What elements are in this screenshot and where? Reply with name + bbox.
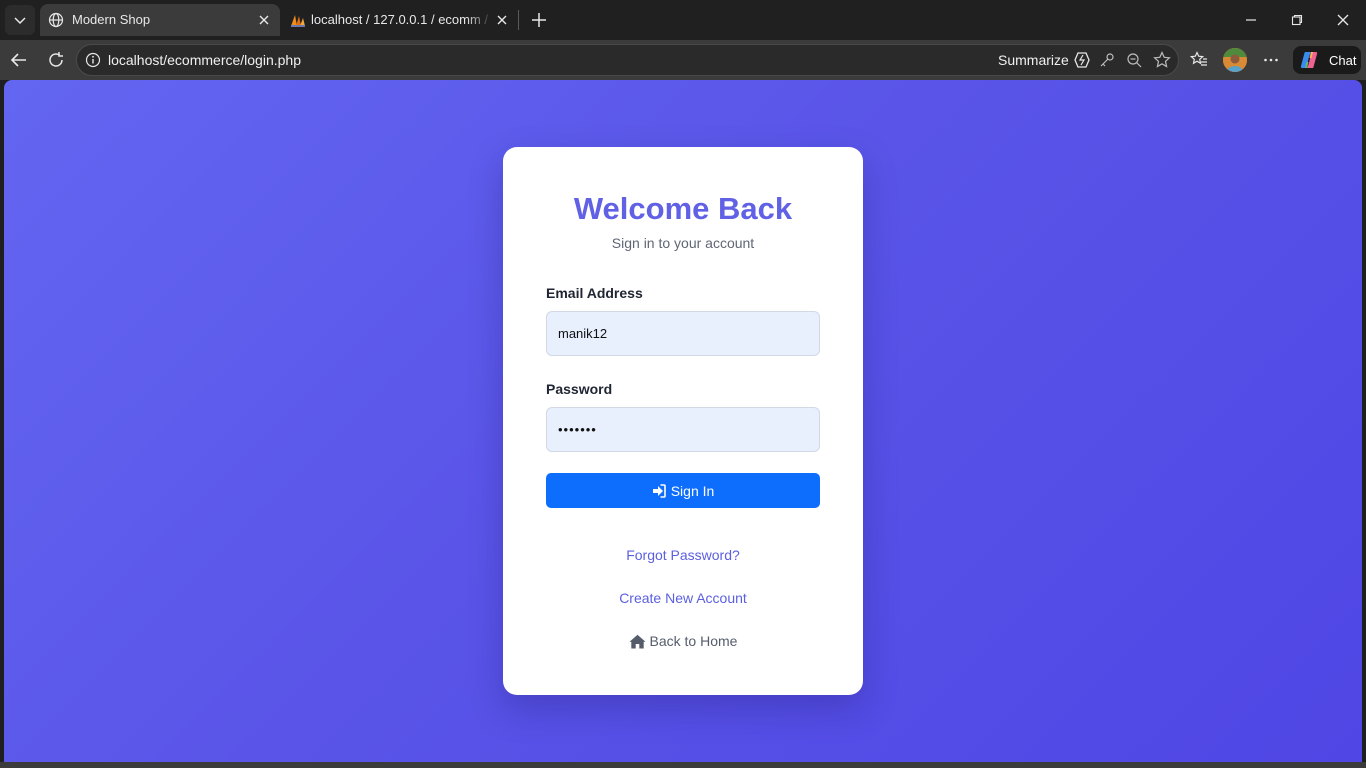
key-icon[interactable] — [1098, 51, 1116, 69]
close-tab-icon[interactable] — [494, 12, 510, 28]
reload-button[interactable] — [42, 46, 70, 74]
chevron-down-icon — [14, 17, 26, 25]
new-tab-button[interactable] — [527, 8, 551, 32]
back-button[interactable] — [5, 46, 33, 74]
plus-icon — [532, 13, 546, 27]
email-field[interactable]: manik12 — [546, 311, 820, 356]
home-icon — [629, 634, 646, 648]
favorite-star-icon[interactable] — [1153, 51, 1171, 69]
close-icon — [1337, 14, 1349, 26]
page-title: Welcome Back — [573, 191, 793, 226]
copilot-chat-button[interactable]: Chat — [1293, 46, 1361, 74]
address-bar[interactable]: localhost/ecommerce/login.php Summarize — [76, 44, 1179, 76]
profile-avatar[interactable] — [1223, 48, 1247, 72]
minimize-button[interactable] — [1237, 6, 1265, 34]
summarize-button[interactable]: Summarize — [998, 50, 1091, 70]
tab-list-button[interactable] — [5, 5, 35, 35]
minimize-icon — [1246, 19, 1256, 21]
site-info-icon[interactable] — [85, 52, 101, 68]
globe-icon — [48, 12, 64, 28]
close-tab-icon[interactable] — [256, 12, 272, 28]
tab-phpmyadmin[interactable]: localhost / 127.0.0.1 / ecomm / de — [282, 4, 516, 36]
phpmyadmin-icon — [290, 12, 306, 28]
reload-icon — [49, 52, 63, 67]
restore-button[interactable] — [1283, 6, 1311, 34]
more-horizontal-icon — [1264, 58, 1278, 62]
tab-title: Modern Shop — [72, 12, 151, 27]
restore-icon — [1291, 14, 1303, 26]
sign-in-icon — [652, 483, 666, 498]
back-to-home-label: Back to Home — [649, 633, 738, 649]
copilot-icon — [1300, 52, 1318, 68]
url-text: localhost/ecommerce/login.php — [108, 52, 301, 68]
sign-in-button[interactable]: Sign In — [546, 473, 820, 508]
page-subtitle: Sign in to your account — [611, 235, 755, 251]
arrow-left-icon — [10, 53, 26, 67]
summarize-label: Summarize — [998, 52, 1069, 68]
favorites-button[interactable] — [1185, 46, 1213, 74]
close-window-button[interactable] — [1329, 6, 1357, 34]
create-account-link[interactable]: Create New Account — [503, 590, 863, 606]
favorites-list-icon — [1190, 51, 1207, 66]
tab-modern-shop[interactable]: Modern Shop — [40, 4, 280, 36]
forgot-password-link[interactable]: Forgot Password? — [503, 547, 863, 563]
browser-toolbar: localhost/ecommerce/login.php Summarize — [0, 40, 1366, 80]
sign-in-label: Sign In — [670, 482, 715, 499]
password-field[interactable]: ••••••• — [546, 407, 820, 452]
tab-divider — [518, 10, 519, 30]
password-label: Password — [546, 381, 613, 397]
window-bottom-edge — [0, 762, 1366, 768]
chat-label: Chat — [1329, 52, 1357, 68]
zoom-out-icon[interactable] — [1125, 51, 1143, 69]
tab-title: localhost / 127.0.0.1 / ecomm / de — [311, 12, 493, 27]
back-to-home-link[interactable]: Back to Home — [503, 633, 863, 649]
login-page: Welcome Back Sign in to your account Ema… — [4, 80, 1362, 762]
email-label: Email Address — [546, 285, 643, 301]
summarize-icon — [1074, 52, 1090, 68]
login-card: Welcome Back Sign in to your account Ema… — [503, 147, 863, 695]
tab-strip: Modern Shop localhost / 127.0.0.1 / ecom… — [0, 0, 1366, 40]
more-options-button[interactable] — [1257, 46, 1285, 74]
